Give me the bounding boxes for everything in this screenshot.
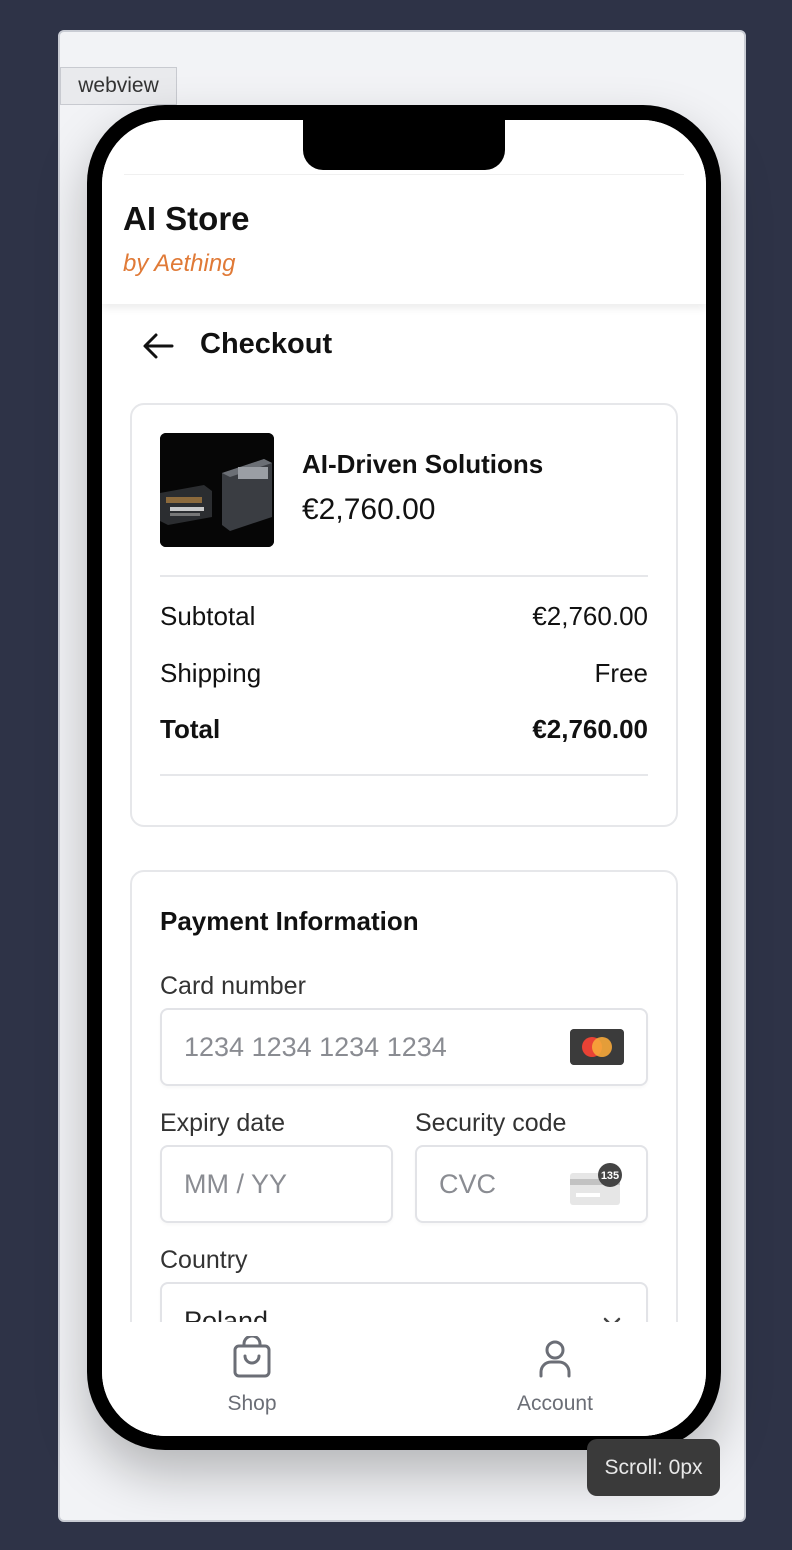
security-code-label: Security code [415,1109,567,1137]
total-label: Total [160,714,221,744]
subtotal-label: Subtotal [160,601,256,631]
page-title: Checkout [200,328,333,360]
security-code-placeholder: CVC [439,1169,497,1199]
country-label: Country [160,1246,248,1274]
product-name: AI-Driven Solutions [302,449,544,479]
mastercard-icon [570,1029,624,1065]
app-subtitle: by Aething [123,250,236,277]
shipping-label: Shipping [160,658,262,688]
shopping-bag-icon [233,1336,271,1378]
product-price: €2,760.00 [302,493,436,526]
cvc-icon-text: 135 [601,1170,619,1182]
summary-divider-bottom [160,774,648,776]
order-summary-card: AI-Driven Solutions €2,760.00 Subtotal €… [130,403,678,827]
phone-notch [303,120,505,170]
shipping-value: Free [594,658,648,688]
total-row: Total €2,760.00 [160,714,648,750]
expiry-label: Expiry date [160,1109,286,1137]
tab-shop-label: Shop [227,1392,277,1415]
shipping-row: Shipping Free [160,658,648,694]
tab-shop[interactable]: Shop [182,1336,322,1426]
scroll-indicator: Scroll: 0px [587,1439,720,1496]
total-value: €2,760.00 [532,714,648,744]
user-icon [539,1340,571,1378]
subtotal-value: €2,760.00 [532,601,648,631]
card-number-input[interactable]: 1234 1234 1234 1234 [160,1008,648,1086]
expiry-input[interactable]: MM / YY [160,1145,393,1223]
header-divider [124,174,684,175]
security-code-input[interactable]: CVC 135 [415,1145,648,1223]
app-title: AI Store [123,200,250,237]
checkout-bar: Checkout [102,320,706,374]
app-screen: AI Store by Aething Checkout AI-Driven S… [102,120,706,1436]
back-arrow-icon[interactable] [140,328,176,364]
cvc-card-icon: 135 [570,1163,622,1205]
card-number-label: Card number [160,972,306,1000]
webview-label: webview [60,67,177,105]
summary-divider-top [160,575,648,577]
payment-title: Payment Information [160,906,419,936]
card-number-placeholder: 1234 1234 1234 1234 [184,1032,447,1062]
bottom-tab-bar: Shop Account [102,1322,706,1436]
tab-account[interactable]: Account [485,1336,625,1426]
product-image [160,433,274,547]
expiry-placeholder: MM / YY [184,1169,288,1199]
subtotal-row: Subtotal €2,760.00 [160,601,648,637]
tab-account-label: Account [517,1392,593,1415]
